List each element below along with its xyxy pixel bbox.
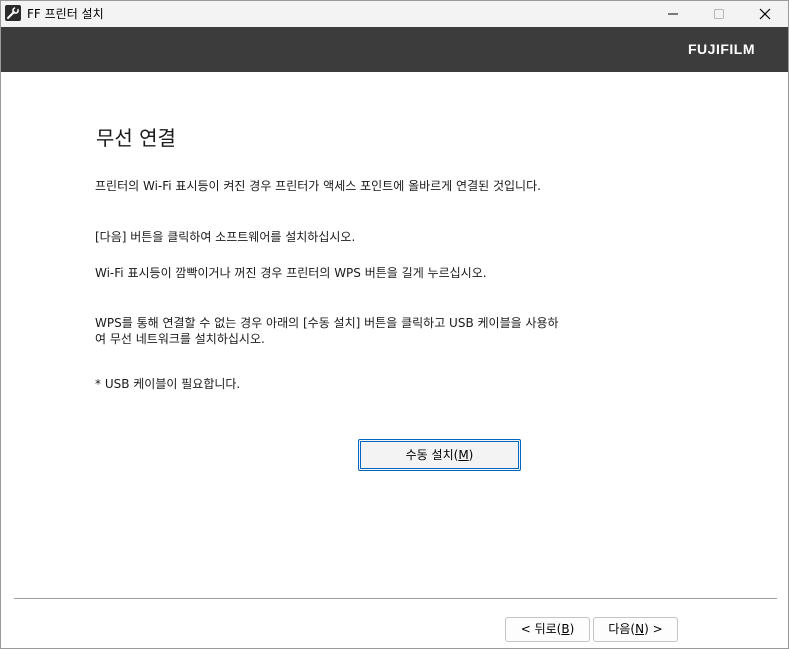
wps-instruction: Wi-Fi 표시등이 깜빡이거나 꺼진 경우 프린터의 WPS 버튼을 길게 누… (95, 266, 487, 280)
next-accesskey: N (635, 622, 645, 636)
brand-logo: FUJIFILM (688, 41, 755, 57)
manual-install-label: 수동 설치( (405, 448, 459, 462)
page-title: 무선 연결 (96, 126, 176, 150)
minimize-icon (668, 13, 678, 15)
maximize-button[interactable] (696, 1, 742, 27)
next-label-end: ) > (644, 622, 663, 636)
title-bar[interactable]: FF 프린터 설치 (1, 1, 788, 27)
manual-instruction-line1: WPS를 통해 연결할 수 없는 경우 아래의 [수동 설치] 버튼을 클릭하고… (95, 316, 559, 330)
status-paragraph: 프린터의 Wi-Fi 표시등이 켜진 경우 프린터가 액세스 포인트에 올바르게… (95, 179, 541, 193)
next-instruction: [다음] 버튼을 클릭하여 소프트웨어를 설치하십시오. (95, 230, 356, 244)
back-accesskey: B (561, 622, 570, 636)
minimize-button[interactable] (650, 1, 696, 27)
manual-instruction-line2: 여 무선 네트워크를 설치하십시오. (95, 332, 265, 346)
next-button[interactable]: 다음(N) > (593, 617, 678, 642)
manual-install-button[interactable]: 수동 설치(M) (358, 439, 521, 471)
manual-install-label-end: ) (468, 448, 474, 462)
next-label: 다음( (608, 622, 636, 636)
close-icon (759, 8, 771, 20)
back-label: < 뒤로( (520, 622, 562, 636)
window-title: FF 프린터 설치 (27, 7, 104, 21)
app-wrench-icon (5, 5, 21, 21)
back-button[interactable]: < 뒤로(B) (505, 617, 590, 642)
usb-note: * USB 케이블이 필요합니다. (95, 377, 241, 391)
maximize-icon (714, 9, 724, 19)
wizard-content: 무선 연결 프린터의 Wi-Fi 표시등이 켜진 경우 프린터가 액세스 포인트… (1, 72, 788, 648)
brand-header: FUJIFILM (1, 27, 788, 72)
installer-window: FF 프린터 설치 FUJIFILM 무선 연결 프린터의 Wi-Fi 표시등이… (0, 0, 789, 649)
manual-install-accesskey: M (458, 448, 469, 462)
close-button[interactable] (742, 1, 788, 27)
back-label-end: ) (569, 622, 575, 636)
footer-divider (14, 598, 777, 599)
